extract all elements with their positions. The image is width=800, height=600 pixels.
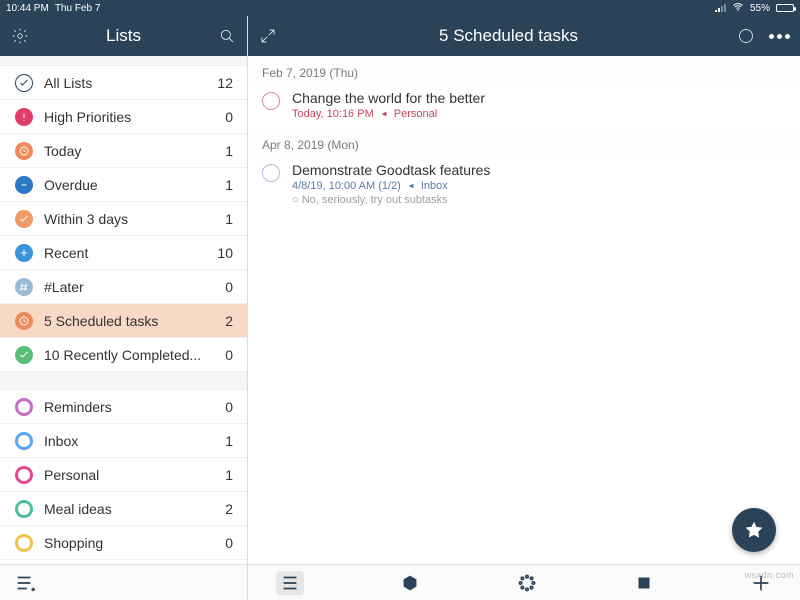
- wifi-icon: [732, 1, 744, 16]
- ring-icon: [14, 431, 34, 451]
- task-row[interactable]: Demonstrate Goodtask features 4/8/19, 10:…: [248, 156, 800, 214]
- clock-icon: [14, 311, 34, 331]
- check-icon: [14, 209, 34, 229]
- sidebar-item-label: All Lists: [44, 75, 217, 91]
- sidebar-item-label: #Later: [44, 279, 225, 295]
- ring-icon: [14, 465, 34, 485]
- view-square-icon[interactable]: [633, 572, 655, 594]
- lists-view-icon[interactable]: [14, 572, 36, 594]
- sidebar-item[interactable]: Shopping0: [0, 526, 247, 560]
- task-checkbox[interactable]: [262, 92, 280, 110]
- sidebar-title: Lists: [30, 26, 217, 46]
- sidebar-item-count: 1: [225, 143, 233, 159]
- sidebar-header: Lists: [0, 16, 247, 56]
- statusbar-battery-pct: 55%: [750, 3, 770, 14]
- detail-bottombar: [248, 564, 800, 600]
- sidebar-item-label: Inbox: [44, 433, 225, 449]
- sidebar-item-label: Personal: [44, 467, 225, 483]
- task-checkbox[interactable]: [262, 164, 280, 182]
- battery-icon: [776, 4, 794, 12]
- sidebar-item-label: Meal ideas: [44, 501, 225, 517]
- sidebar-item[interactable]: 5 Scheduled tasks2: [0, 304, 247, 338]
- sidebar-item-count: 2: [225, 501, 233, 517]
- sidebar-item[interactable]: Reminders0: [0, 390, 247, 424]
- bang-icon: [14, 107, 34, 127]
- sidebar-lists: All Lists12High Priorities0Today1Overdue…: [0, 56, 247, 564]
- sidebar-item-count: 1: [225, 433, 233, 449]
- expand-icon[interactable]: [258, 26, 278, 46]
- sidebar-item[interactable]: Personal1: [0, 458, 247, 492]
- detail-title: 5 Scheduled tasks: [278, 26, 739, 46]
- fab-star-button[interactable]: [732, 508, 776, 552]
- sidebar-item-label: 5 Scheduled tasks: [44, 313, 225, 329]
- task-group-header: Apr 8, 2019 (Mon): [248, 128, 800, 156]
- sidebar-item-label: Within 3 days: [44, 211, 225, 227]
- ring-icon: [14, 397, 34, 417]
- task-row[interactable]: Change the world for the better Today, 10…: [248, 84, 800, 128]
- sidebar-item-label: Reminders: [44, 399, 225, 415]
- statusbar-time: 10:44 PM: [6, 3, 49, 14]
- view-hex-icon[interactable]: [399, 572, 421, 594]
- task-list: Feb 7, 2019 (Thu)Change the world for th…: [248, 56, 800, 564]
- task-title: Demonstrate Goodtask features: [292, 162, 786, 178]
- sidebar-item-count: 2: [225, 313, 233, 329]
- sidebar-bottombar: [0, 564, 247, 600]
- sidebar-item-count: 1: [225, 177, 233, 193]
- section-gap: [0, 56, 247, 66]
- view-dots-icon[interactable]: [516, 572, 538, 594]
- sidebar-item-label: Recent: [44, 245, 217, 261]
- more-icon[interactable]: [769, 34, 790, 39]
- hash-icon: [14, 277, 34, 297]
- all-icon: [14, 73, 34, 93]
- sidebar-item[interactable]: Overdue1: [0, 168, 247, 202]
- detail-pane: 5 Scheduled tasks Feb 7, 2019 (Thu)Chang…: [248, 16, 800, 600]
- dash-icon: [14, 175, 34, 195]
- search-icon[interactable]: [217, 26, 237, 46]
- sidebar-item[interactable]: All Lists12: [0, 66, 247, 100]
- task-title: Change the world for the better: [292, 90, 786, 106]
- watermark: wsxdn.com: [744, 570, 794, 580]
- sidebar-item-count: 1: [225, 467, 233, 483]
- sidebar-item-count: 0: [225, 109, 233, 125]
- check-icon: [14, 345, 34, 365]
- sidebar-item-label: 10 Recently Completed...: [44, 347, 225, 363]
- detail-header: 5 Scheduled tasks: [248, 16, 800, 56]
- sidebar-item[interactable]: High Priorities0: [0, 100, 247, 134]
- view-list-icon[interactable]: [276, 571, 304, 595]
- task-meta: Today, 10:16 PMPersonal: [292, 108, 786, 120]
- sidebar-item-count: 12: [217, 75, 233, 91]
- statusbar-date: Thu Feb 7: [55, 3, 101, 14]
- sidebar-item-count: 0: [225, 347, 233, 363]
- sidebar-item[interactable]: Recent10: [0, 236, 247, 270]
- sidebar-item-count: 0: [225, 279, 233, 295]
- filter-circle-icon[interactable]: [739, 29, 753, 43]
- sidebar-item-count: 1: [225, 211, 233, 227]
- plus-icon: [14, 243, 34, 263]
- sidebar-item[interactable]: Meal ideas2: [0, 492, 247, 526]
- ring-icon: [14, 499, 34, 519]
- sidebar-item-label: High Priorities: [44, 109, 225, 125]
- sidebar-item-label: Overdue: [44, 177, 225, 193]
- status-bar: 10:44 PM Thu Feb 7 55%: [0, 0, 800, 16]
- sidebar-item[interactable]: 10 Recently Completed...0: [0, 338, 247, 372]
- sidebar-item-count: 0: [225, 399, 233, 415]
- section-gap: [0, 372, 247, 390]
- settings-icon[interactable]: [10, 26, 30, 46]
- sidebar-item-count: 10: [217, 245, 233, 261]
- sidebar-item-label: Today: [44, 143, 225, 159]
- cell-signal-icon: [715, 4, 726, 12]
- sidebar-item-label: Shopping: [44, 535, 225, 551]
- clock-icon: [14, 141, 34, 161]
- sidebar: Lists All Lists12High Priorities0Today1O…: [0, 16, 248, 600]
- sidebar-item[interactable]: #Later0: [0, 270, 247, 304]
- task-group-header: Feb 7, 2019 (Thu): [248, 56, 800, 84]
- ring-icon: [14, 533, 34, 553]
- sidebar-item[interactable]: Today1: [0, 134, 247, 168]
- task-meta: 4/8/19, 10:00 AM (1/2)Inbox: [292, 180, 786, 192]
- sidebar-item-count: 0: [225, 535, 233, 551]
- task-subtitle: ○ No, seriously, try out subtasks: [292, 194, 786, 206]
- sidebar-item[interactable]: Within 3 days1: [0, 202, 247, 236]
- sidebar-item[interactable]: Inbox1: [0, 424, 247, 458]
